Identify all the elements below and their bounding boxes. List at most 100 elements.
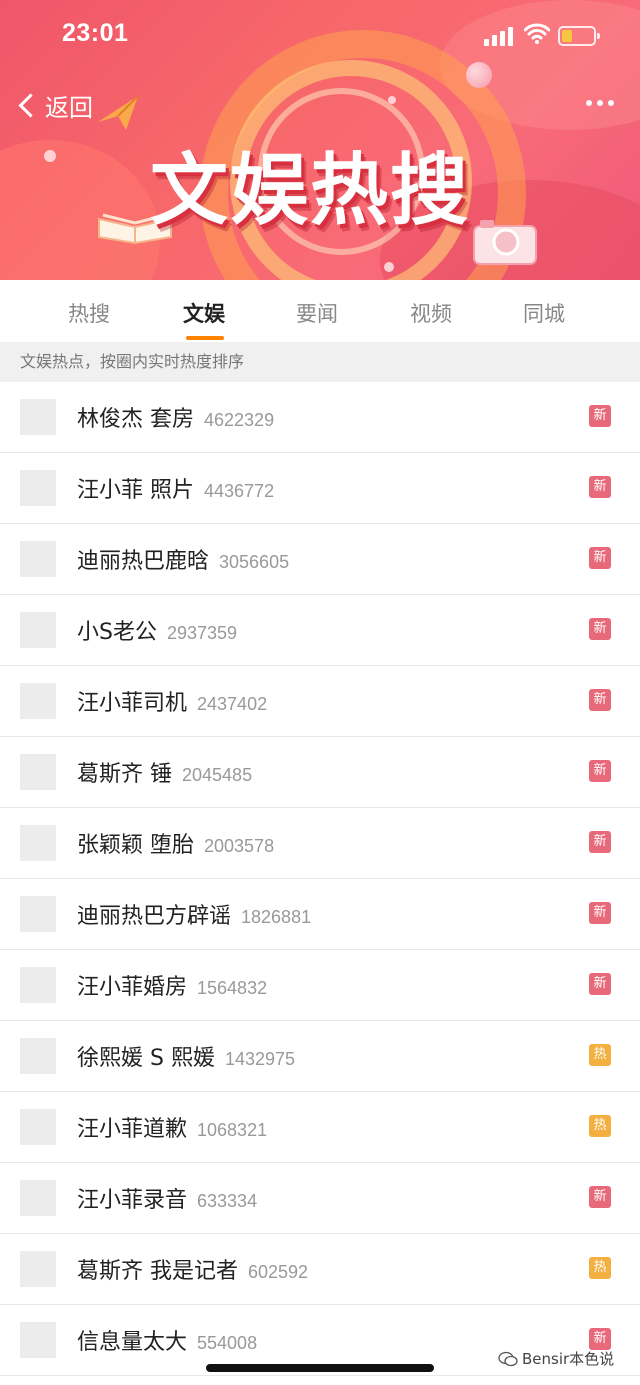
- list-item[interactable]: 汪小菲婚房 1564832 新: [0, 950, 640, 1021]
- more-icon-dot: [608, 100, 614, 106]
- hot-badge: 热: [589, 1044, 611, 1066]
- camera-icon: [473, 220, 537, 265]
- item-heat-count: 2003578: [204, 836, 275, 856]
- new-badge: 新: [589, 831, 611, 853]
- list-item[interactable]: 汪小菲录音 633334 新: [0, 1163, 640, 1234]
- wechat-icon: [498, 1351, 518, 1366]
- item-heat-count: 2437402: [197, 694, 268, 714]
- new-badge: 新: [589, 618, 611, 640]
- tab-entertainment[interactable]: 文娱: [183, 298, 225, 328]
- banner-dot: [44, 150, 56, 162]
- tab-news[interactable]: 要闻: [296, 298, 338, 328]
- back-label: 返回: [45, 94, 93, 122]
- back-button[interactable]: 返回: [16, 88, 93, 123]
- new-badge: 新: [589, 476, 611, 498]
- item-title: 徐熙媛 S 熙媛: [77, 1046, 215, 1071]
- new-badge: 新: [589, 973, 611, 995]
- item-thumbnail: [20, 1109, 56, 1145]
- list-item[interactable]: 张颖颖 堕胎 2003578 新: [0, 808, 640, 879]
- watermark-text: Bensir本色说: [522, 1350, 615, 1368]
- item-title: 葛斯齐 锤: [77, 762, 172, 787]
- item-title: 葛斯齐 我是记者: [77, 1259, 238, 1284]
- item-title: 小S老公: [77, 620, 157, 645]
- item-heat-count: 1432975: [224, 1049, 296, 1069]
- list-item[interactable]: 迪丽热巴鹿晗 3056605 新: [0, 524, 640, 595]
- item-thumbnail: [20, 1038, 56, 1074]
- item-thumbnail: [20, 470, 56, 506]
- item-title: 汪小菲道歉: [77, 1117, 188, 1142]
- item-heat-count: 1068321: [197, 1120, 268, 1140]
- battery-icon: [558, 26, 600, 46]
- item-heat-count: 3056605: [219, 552, 290, 572]
- notice-text: 文娱热点，按圈内实时热度排序: [20, 352, 245, 371]
- list-item[interactable]: 汪小菲道歉 1068321 热: [0, 1092, 640, 1163]
- list-item[interactable]: 迪丽热巴方辟谣 1826881 新: [0, 879, 640, 950]
- item-title: 信息量太大: [77, 1330, 188, 1355]
- item-thumbnail: [20, 399, 56, 435]
- list-item[interactable]: 徐熙媛 S 熙媛 1432975 热: [0, 1021, 640, 1092]
- item-title: 汪小菲录音: [77, 1188, 188, 1213]
- more-options-button[interactable]: [586, 100, 614, 106]
- item-title: 张颖颖 堕胎: [77, 833, 194, 858]
- category-tabs: 热搜 文娱 要闻 视频 同城: [0, 280, 640, 342]
- item-heat-count: 4436772: [204, 481, 275, 501]
- banner-dot: [384, 262, 394, 272]
- list-item[interactable]: 葛斯齐 锤 2045485 新: [0, 737, 640, 808]
- item-title: 汪小菲婚房: [77, 975, 188, 1000]
- header-banner: 23:01 返回 文娱热搜: [0, 0, 640, 280]
- banner-title: 文娱热搜: [150, 146, 471, 236]
- paper-plane-icon: [98, 95, 139, 130]
- item-heat-count: 633334: [197, 1191, 258, 1211]
- new-badge: 新: [589, 902, 611, 924]
- new-badge: 新: [589, 1186, 611, 1208]
- chevron-left-icon: [18, 93, 43, 118]
- item-heat-count: 554008: [197, 1333, 258, 1353]
- list-item[interactable]: 葛斯齐 我是记者 602592 热: [0, 1234, 640, 1305]
- new-badge: 新: [589, 760, 611, 782]
- item-thumbnail: [20, 825, 56, 861]
- item-heat-count: 602592: [248, 1262, 309, 1282]
- home-indicator: [206, 1364, 434, 1372]
- tab-video[interactable]: 视频: [410, 298, 452, 328]
- new-badge: 新: [589, 689, 611, 711]
- item-heat-count: 2937359: [166, 623, 238, 643]
- item-title: 林俊杰 套房: [77, 407, 194, 432]
- item-thumbnail: [20, 1322, 56, 1358]
- item-thumbnail: [20, 1251, 56, 1287]
- item-heat-count: 1826881: [241, 907, 312, 927]
- trending-list: 林俊杰 套房 4622329 新 汪小菲 照片 4436772 新 迪丽热巴鹿晗 30…: [0, 382, 640, 1376]
- hot-badge: 热: [589, 1257, 611, 1279]
- item-thumbnail: [20, 541, 56, 577]
- item-title: 汪小菲司机: [77, 691, 188, 716]
- item-heat-count: 1564832: [197, 978, 268, 998]
- new-badge: 新: [589, 547, 611, 569]
- item-thumbnail: [20, 1180, 56, 1216]
- watermark: Bensir本色说: [498, 1348, 614, 1369]
- list-item[interactable]: 汪小菲司机 2437402 新: [0, 666, 640, 737]
- item-heat-count: 4622329: [204, 410, 275, 430]
- item-title: 汪小菲 照片: [77, 478, 194, 503]
- item-thumbnail: [20, 896, 56, 932]
- list-item[interactable]: 林俊杰 套房 4622329 新: [0, 382, 640, 453]
- item-thumbnail: [20, 754, 56, 790]
- status-time: 23:01: [62, 19, 129, 47]
- item-heat-count: 2045485: [182, 765, 253, 785]
- item-thumbnail: [20, 683, 56, 719]
- tab-local[interactable]: 同城: [523, 298, 565, 328]
- wifi-icon: [524, 23, 550, 44]
- planet-icon: [466, 62, 492, 88]
- more-icon-dot: [597, 100, 603, 106]
- banner-dot: [388, 96, 396, 104]
- item-title: 迪丽热巴方辟谣: [77, 904, 232, 929]
- list-item[interactable]: 小S老公 2937359 新: [0, 595, 640, 666]
- cellular-signal-icon: [484, 26, 518, 46]
- ranking-notice: 文娱热点，按圈内实时热度排序: [0, 342, 640, 382]
- active-tab-indicator: [186, 336, 224, 340]
- tab-hot-search[interactable]: 热搜: [68, 298, 110, 328]
- new-badge: 新: [589, 405, 611, 427]
- item-thumbnail: [20, 612, 56, 648]
- list-item[interactable]: 汪小菲 照片 4436772 新: [0, 453, 640, 524]
- item-title: 迪丽热巴鹿晗: [77, 549, 210, 574]
- item-thumbnail: [20, 967, 56, 1003]
- hot-badge: 热: [589, 1115, 611, 1137]
